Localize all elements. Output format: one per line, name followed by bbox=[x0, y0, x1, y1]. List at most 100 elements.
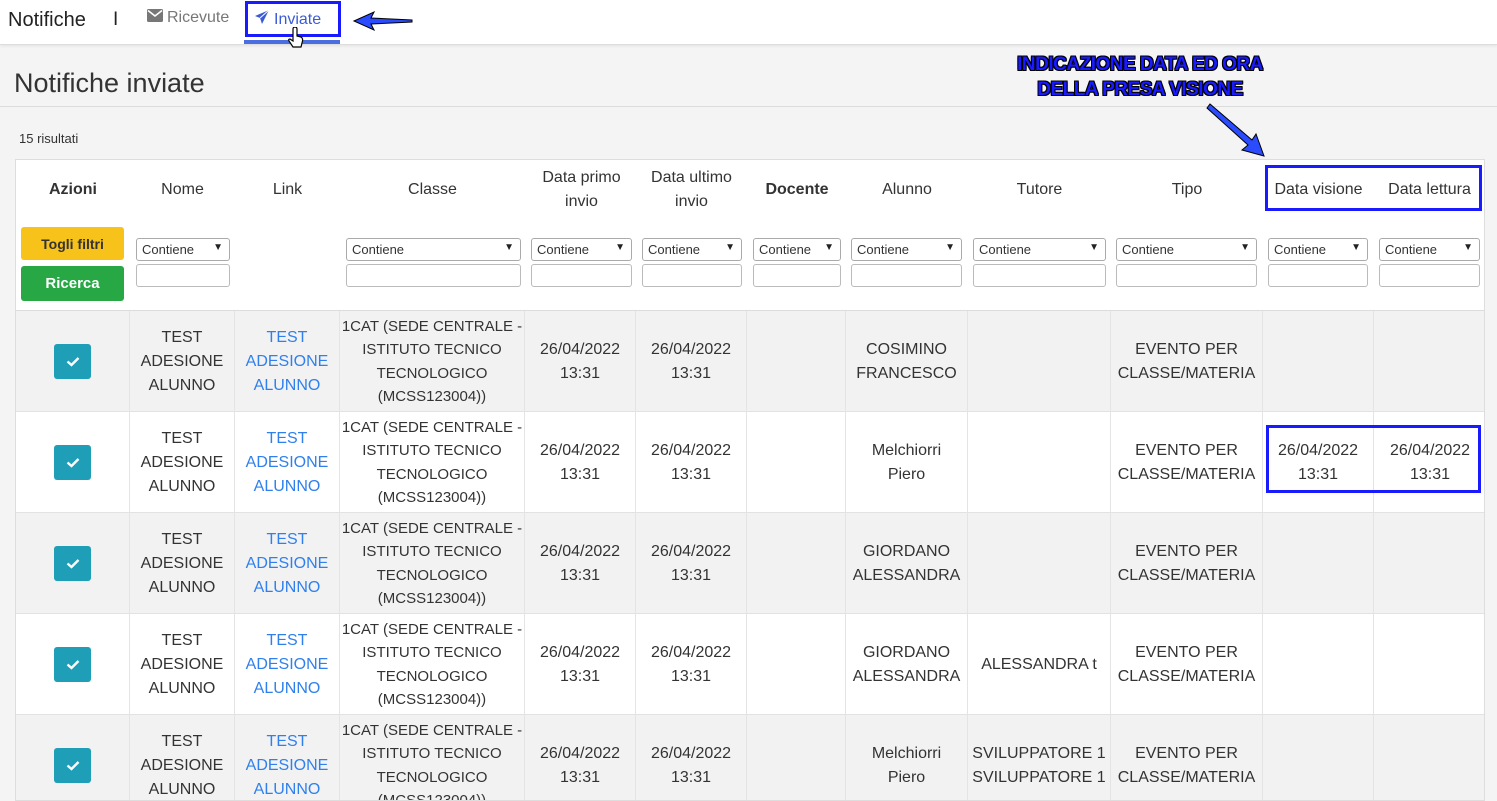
filter-select-data-visione[interactable]: Contiene ▼ bbox=[1268, 238, 1368, 261]
tutor-cell bbox=[968, 513, 1111, 614]
class-text: 1CAT (SEDE CENTRALE - ISTITUTO TECNICO T… bbox=[341, 620, 523, 709]
column-header-tutore[interactable]: Tutore bbox=[968, 160, 1111, 220]
type-text: EVENTO PER CLASSE/MATERIA bbox=[1117, 542, 1256, 584]
filter-input-nome[interactable] bbox=[136, 264, 230, 287]
filter-select-classe[interactable]: Contiene ▼ bbox=[346, 238, 521, 261]
tutor-text: ALESSANDRA t bbox=[981, 655, 1097, 673]
class-cell: 1CAT (SEDE CENTRALE - ISTITUTO TECNICO T… bbox=[340, 311, 525, 412]
filter-select-value: Contiene bbox=[142, 242, 195, 257]
filter-input-tipo[interactable] bbox=[1116, 264, 1257, 287]
filter-input-classe[interactable] bbox=[346, 264, 521, 287]
check-button[interactable] bbox=[54, 647, 91, 682]
page-title: Notifiche inviate bbox=[14, 68, 205, 98]
filter-input-tutore[interactable] bbox=[973, 264, 1106, 287]
filter-select-data-ultimo[interactable]: Contiene ▼ bbox=[642, 238, 742, 261]
filter-select-value: Contiene bbox=[1274, 242, 1327, 257]
type-cell: EVENTO PER CLASSE/MATERIA bbox=[1111, 412, 1263, 513]
filter-input-data-ultimo[interactable] bbox=[642, 264, 742, 287]
filter-select-data-lettura[interactable]: Contiene ▼ bbox=[1379, 238, 1480, 261]
actions-cell bbox=[16, 513, 130, 614]
tab-received-label: Ricevute bbox=[167, 9, 230, 26]
check-icon bbox=[66, 660, 79, 670]
annotation-line-1: INDICAZIONE DATA ED ORA bbox=[1017, 54, 1263, 75]
filter-select-tutore[interactable]: Contiene ▼ bbox=[973, 238, 1106, 261]
class-cell: 1CAT (SEDE CENTRALE - ISTITUTO TECNICO T… bbox=[340, 412, 525, 513]
read-date-cell bbox=[1374, 311, 1484, 412]
chevron-down-icon: ▼ bbox=[1463, 242, 1473, 253]
filter-select-value: Contiene bbox=[979, 242, 1032, 257]
filter-input-alunno[interactable] bbox=[851, 264, 962, 287]
last-sent-text: 26/04/2022 13:31 bbox=[650, 542, 732, 584]
column-header-classe[interactable]: Classe bbox=[340, 160, 525, 220]
filter-select-docente[interactable]: Contiene ▼ bbox=[753, 238, 841, 261]
table-row: TEST ADESIONE ALUNNO TEST ADESIONE ALUNN… bbox=[16, 614, 1484, 715]
type-text: EVENTO PER CLASSE/MATERIA bbox=[1117, 441, 1256, 483]
column-header-tipo[interactable]: Tipo bbox=[1111, 160, 1263, 220]
filter-select-tipo[interactable]: Contiene ▼ bbox=[1116, 238, 1257, 261]
link-cell: TEST ADESIONE ALUNNO bbox=[235, 513, 340, 614]
name-cell: TEST ADESIONE ALUNNO bbox=[130, 513, 235, 614]
tab-received[interactable]: Ricevute bbox=[147, 9, 229, 27]
column-header-nome[interactable]: Nome bbox=[130, 160, 235, 220]
last-sent-cell: 26/04/2022 13:31 bbox=[636, 715, 747, 800]
filter-select-value: Contiene bbox=[537, 242, 590, 257]
filter-select-value: Contiene bbox=[648, 242, 701, 257]
class-text: 1CAT (SEDE CENTRALE - ISTITUTO TECNICO T… bbox=[341, 519, 523, 608]
chevron-down-icon: ▼ bbox=[824, 242, 834, 253]
highlight-frame-date-values bbox=[1266, 425, 1481, 493]
student-cell: COSIMINO FRANCESCO bbox=[846, 311, 968, 412]
filter-input-data-lettura[interactable] bbox=[1379, 264, 1480, 287]
annotation-arrow-left-icon bbox=[352, 10, 413, 32]
notification-link[interactable]: TEST ADESIONE ALUNNO bbox=[246, 427, 329, 499]
annotation-line-2: DELLA PRESA VISIONE bbox=[1037, 79, 1243, 100]
notification-link[interactable]: TEST ADESIONE ALUNNO bbox=[246, 730, 329, 801]
chevron-down-icon: ▼ bbox=[1089, 242, 1099, 253]
read-date-cell bbox=[1374, 513, 1484, 614]
notification-link[interactable]: TEST ADESIONE ALUNNO bbox=[246, 528, 329, 600]
chevron-down-icon: ▼ bbox=[725, 242, 735, 253]
filter-select-data-primo[interactable]: Contiene ▼ bbox=[531, 238, 632, 261]
chevron-down-icon: ▼ bbox=[1351, 242, 1361, 253]
search-button[interactable]: Ricerca bbox=[21, 266, 124, 301]
chevron-down-icon: ▼ bbox=[504, 242, 514, 253]
top-navbar: Notifiche I Ricevute Inviate bbox=[0, 0, 1497, 45]
class-text: 1CAT (SEDE CENTRALE - ISTITUTO TECNICO T… bbox=[341, 721, 523, 801]
chevron-down-icon: ▼ bbox=[213, 242, 223, 253]
first-sent-text: 26/04/2022 13:31 bbox=[539, 643, 621, 685]
name-text: TEST ADESIONE ALUNNO bbox=[140, 429, 224, 495]
actions-cell bbox=[16, 614, 130, 715]
column-header-link: Link bbox=[272, 181, 303, 198]
notification-link[interactable]: TEST ADESIONE ALUNNO bbox=[246, 326, 329, 398]
tutor-cell bbox=[968, 311, 1111, 412]
check-button[interactable] bbox=[54, 748, 91, 783]
filter-select-nome[interactable]: Contiene ▼ bbox=[136, 238, 230, 261]
link-cell: TEST ADESIONE ALUNNO bbox=[235, 412, 340, 513]
notifications-table: Azioni Nome Link Classe Data primo invio… bbox=[15, 159, 1485, 801]
filter-input-data-primo[interactable] bbox=[531, 264, 632, 287]
filter-input-data-visione[interactable] bbox=[1268, 264, 1368, 287]
filter-select-alunno[interactable]: Contiene ▼ bbox=[851, 238, 962, 261]
column-header-data-primo[interactable]: Data primo invio bbox=[530, 160, 633, 220]
type-text: EVENTO PER CLASSE/MATERIA bbox=[1117, 744, 1256, 786]
filter-input-docente[interactable] bbox=[753, 264, 841, 287]
first-sent-text: 26/04/2022 13:31 bbox=[539, 441, 621, 483]
check-button[interactable] bbox=[54, 445, 91, 480]
check-button[interactable] bbox=[54, 344, 91, 379]
last-sent-cell: 26/04/2022 13:31 bbox=[636, 311, 747, 412]
notification-link[interactable]: TEST ADESIONE ALUNNO bbox=[246, 629, 329, 701]
teacher-cell bbox=[747, 513, 846, 614]
clear-filters-button[interactable]: Togli filtri bbox=[21, 227, 124, 260]
column-header-docente[interactable]: Docente bbox=[748, 160, 846, 220]
last-sent-cell: 26/04/2022 13:31 bbox=[636, 614, 747, 715]
hand-cursor-icon bbox=[288, 27, 304, 48]
type-cell: EVENTO PER CLASSE/MATERIA bbox=[1111, 715, 1263, 800]
first-sent-text: 26/04/2022 13:31 bbox=[539, 744, 621, 786]
filter-select-value: Contiene bbox=[857, 242, 910, 257]
table-row: TEST ADESIONE ALUNNO TEST ADESIONE ALUNN… bbox=[16, 311, 1484, 412]
first-sent-cell: 26/04/2022 13:31 bbox=[525, 513, 636, 614]
class-text: 1CAT (SEDE CENTRALE - ISTITUTO TECNICO T… bbox=[341, 418, 523, 507]
column-header-data-ultimo[interactable]: Data ultimo invio bbox=[640, 160, 743, 220]
column-header-alunno[interactable]: Alunno bbox=[846, 160, 968, 220]
class-cell: 1CAT (SEDE CENTRALE - ISTITUTO TECNICO T… bbox=[340, 614, 525, 715]
check-button[interactable] bbox=[54, 546, 91, 581]
